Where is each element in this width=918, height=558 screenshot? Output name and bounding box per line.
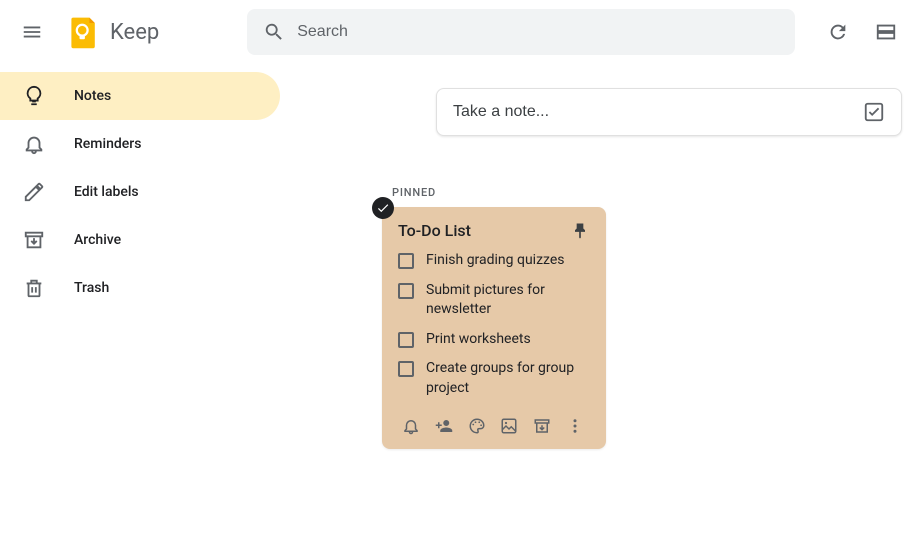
checklist-item[interactable]: Print worksheets bbox=[398, 330, 590, 350]
sidebar-item-label: Trash bbox=[74, 280, 109, 296]
keep-logo-icon bbox=[66, 14, 102, 50]
more-vert-icon bbox=[566, 417, 584, 435]
remind-me-button[interactable] bbox=[398, 413, 424, 439]
checklist-item-label: Submit pictures for newsletter bbox=[426, 281, 590, 320]
take-note-input[interactable] bbox=[453, 103, 863, 121]
sidebar-item-trash[interactable]: Trash bbox=[0, 264, 280, 312]
refresh-icon bbox=[827, 21, 849, 43]
sidebar-item-label: Archive bbox=[74, 232, 121, 248]
add-image-button[interactable] bbox=[496, 413, 522, 439]
refresh-button[interactable] bbox=[818, 12, 858, 52]
checkbox-unchecked[interactable] bbox=[398, 332, 414, 348]
notes-grid: To-Do List Finish grading quizzes Submit… bbox=[382, 207, 902, 449]
archive-button[interactable] bbox=[529, 413, 555, 439]
checklist-item[interactable]: Submit pictures for newsletter bbox=[398, 281, 590, 320]
header-actions bbox=[818, 12, 906, 52]
more-button[interactable] bbox=[562, 413, 588, 439]
trash-icon bbox=[22, 277, 46, 299]
checklist-item-label: Print worksheets bbox=[426, 330, 531, 350]
select-note-button[interactable] bbox=[372, 197, 394, 219]
logo-area[interactable]: Keep bbox=[66, 14, 159, 50]
new-list-button[interactable] bbox=[863, 101, 885, 123]
bell-icon bbox=[22, 133, 46, 155]
collaborator-button[interactable] bbox=[431, 413, 457, 439]
sidebar-item-archive[interactable]: Archive bbox=[0, 216, 280, 264]
checkbox-icon bbox=[863, 101, 885, 123]
main-menu-button[interactable] bbox=[12, 12, 52, 52]
bell-plus-icon bbox=[402, 417, 420, 435]
person-add-icon bbox=[435, 417, 453, 435]
sidebar-item-notes[interactable]: Notes bbox=[0, 72, 280, 120]
checklist-item-label: Finish grading quizzes bbox=[426, 251, 565, 271]
sidebar: Notes Reminders Edit labels Archive Tras… bbox=[0, 64, 280, 312]
pin-icon bbox=[570, 221, 590, 241]
image-icon bbox=[500, 417, 518, 435]
note-card[interactable]: To-Do List Finish grading quizzes Submit… bbox=[382, 207, 606, 449]
app-name: Keep bbox=[110, 20, 159, 45]
sidebar-item-label: Notes bbox=[74, 88, 111, 104]
pinned-section-label: Pinned bbox=[392, 186, 902, 199]
app-header: Keep bbox=[0, 0, 918, 64]
sidebar-item-edit-labels[interactable]: Edit labels bbox=[0, 168, 280, 216]
sidebar-item-label: Reminders bbox=[74, 136, 141, 152]
checkbox-unchecked[interactable] bbox=[398, 253, 414, 269]
checklist-item[interactable]: Finish grading quizzes bbox=[398, 251, 590, 271]
search-bar[interactable] bbox=[247, 9, 795, 55]
background-options-button[interactable] bbox=[464, 413, 490, 439]
checklist-item[interactable]: Create groups for group project bbox=[398, 359, 590, 398]
main-content: Pinned To-Do List Finish grading quizzes… bbox=[280, 64, 918, 465]
search-icon bbox=[263, 21, 285, 43]
list-view-icon bbox=[875, 21, 897, 43]
note-title: To-Do List bbox=[398, 221, 471, 240]
archive-icon bbox=[533, 417, 551, 435]
list-view-button[interactable] bbox=[866, 12, 906, 52]
checkbox-unchecked[interactable] bbox=[398, 361, 414, 377]
take-note-bar[interactable] bbox=[436, 88, 902, 136]
hamburger-icon bbox=[21, 21, 43, 43]
pencil-icon bbox=[22, 181, 46, 203]
sidebar-item-label: Edit labels bbox=[74, 184, 139, 200]
sidebar-item-reminders[interactable]: Reminders bbox=[0, 120, 280, 168]
palette-icon bbox=[468, 417, 486, 435]
check-icon bbox=[376, 201, 390, 215]
pin-button[interactable] bbox=[570, 221, 590, 241]
archive-icon bbox=[22, 229, 46, 251]
checkbox-unchecked[interactable] bbox=[398, 283, 414, 299]
search-input[interactable] bbox=[297, 23, 779, 41]
note-title-row: To-Do List bbox=[398, 221, 590, 241]
note-toolbar bbox=[398, 413, 590, 439]
checklist-item-label: Create groups for group project bbox=[426, 359, 590, 398]
lightbulb-icon bbox=[22, 85, 46, 107]
